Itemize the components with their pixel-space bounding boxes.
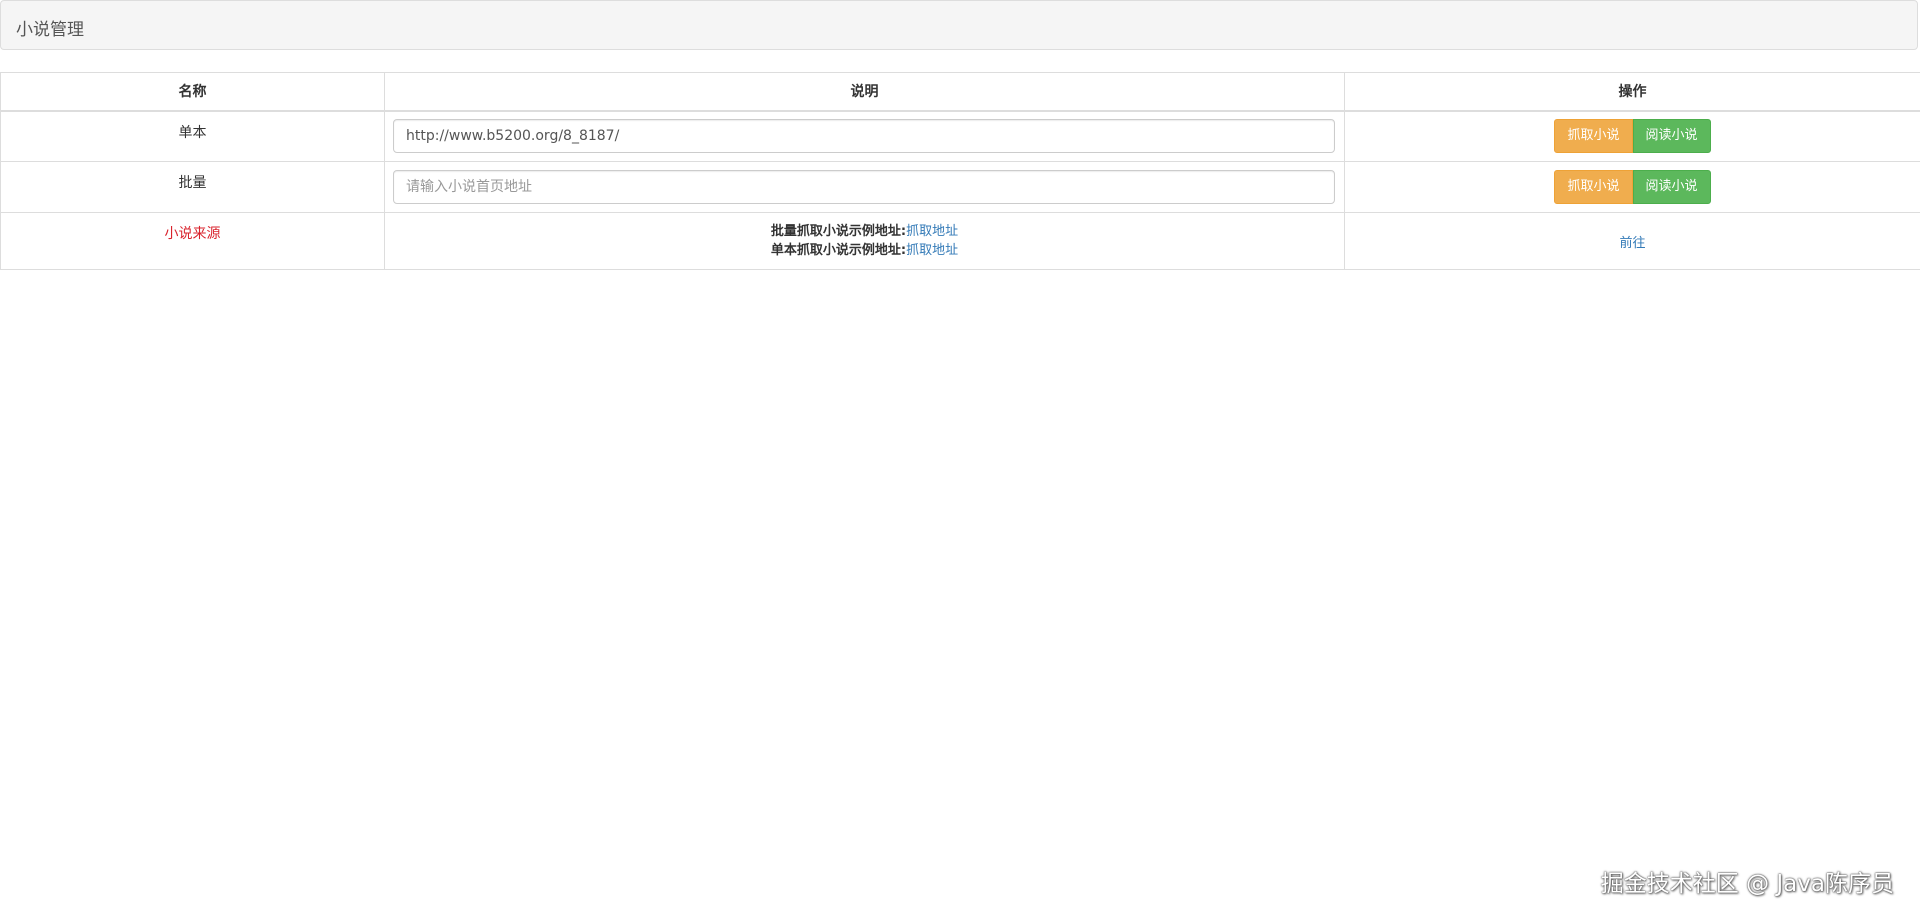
single-example-label: 单本抓取小说示例地址: bbox=[770, 243, 907, 258]
batch-button-group: 抓取小说 阅读小说 bbox=[1554, 170, 1711, 204]
row-name-source: 小说来源 bbox=[0, 212, 385, 270]
row-input-cell-single bbox=[384, 110, 1345, 162]
go-link[interactable]: 前往 bbox=[1619, 236, 1645, 251]
single-fetch-novel-button[interactable]: 抓取小说 bbox=[1554, 119, 1633, 154]
batch-url-input[interactable] bbox=[393, 170, 1335, 204]
column-header-actions: 操作 bbox=[1344, 72, 1920, 112]
batch-example-line: 批量抓取小说示例地址:抓取地址 bbox=[393, 222, 1336, 241]
novel-source-label: 小说来源 bbox=[164, 226, 221, 242]
batch-example-link[interactable]: 抓取地址 bbox=[906, 224, 958, 239]
batch-example-label: 批量抓取小说示例地址: bbox=[770, 224, 907, 239]
column-header-description: 说明 bbox=[384, 72, 1345, 112]
source-actions-cell: 前往 bbox=[1344, 212, 1920, 270]
table-row-source: 小说来源 批量抓取小说示例地址:抓取地址 单本抓取小说示例地址:抓取地址 前往 bbox=[0, 212, 1920, 270]
batch-read-novel-button[interactable]: 阅读小说 bbox=[1632, 170, 1711, 204]
row-name-single: 单本 bbox=[0, 110, 385, 162]
batch-fetch-novel-button[interactable]: 抓取小说 bbox=[1554, 170, 1633, 204]
table-row-batch: 批量 抓取小说 阅读小说 bbox=[0, 161, 1920, 213]
column-header-name: 名称 bbox=[0, 72, 385, 112]
watermark: 掘金技术社区 @ Java陈序员 bbox=[1600, 871, 1894, 897]
single-example-link[interactable]: 抓取地址 bbox=[906, 243, 958, 258]
row-name-batch: 批量 bbox=[0, 161, 385, 213]
page-title: 小说管理 bbox=[16, 20, 84, 40]
single-url-input[interactable] bbox=[393, 119, 1335, 154]
novel-table: 名称 说明 操作 单本 抓取小说 阅读小说 批量 抓 bbox=[0, 72, 1920, 270]
table-row-single: 单本 抓取小说 阅读小说 bbox=[0, 110, 1920, 162]
row-actions-single: 抓取小说 阅读小说 bbox=[1344, 110, 1920, 162]
single-read-novel-button[interactable]: 阅读小说 bbox=[1632, 119, 1711, 154]
source-description-cell: 批量抓取小说示例地址:抓取地址 单本抓取小说示例地址:抓取地址 bbox=[384, 212, 1345, 270]
row-input-cell-batch bbox=[384, 161, 1345, 213]
row-actions-batch: 抓取小说 阅读小说 bbox=[1344, 161, 1920, 213]
single-example-line: 单本抓取小说示例地址:抓取地址 bbox=[393, 241, 1336, 260]
panel-heading: 小说管理 bbox=[0, 0, 1918, 50]
single-button-group: 抓取小说 阅读小说 bbox=[1554, 119, 1711, 154]
table-header-row: 名称 说明 操作 bbox=[0, 72, 1920, 112]
